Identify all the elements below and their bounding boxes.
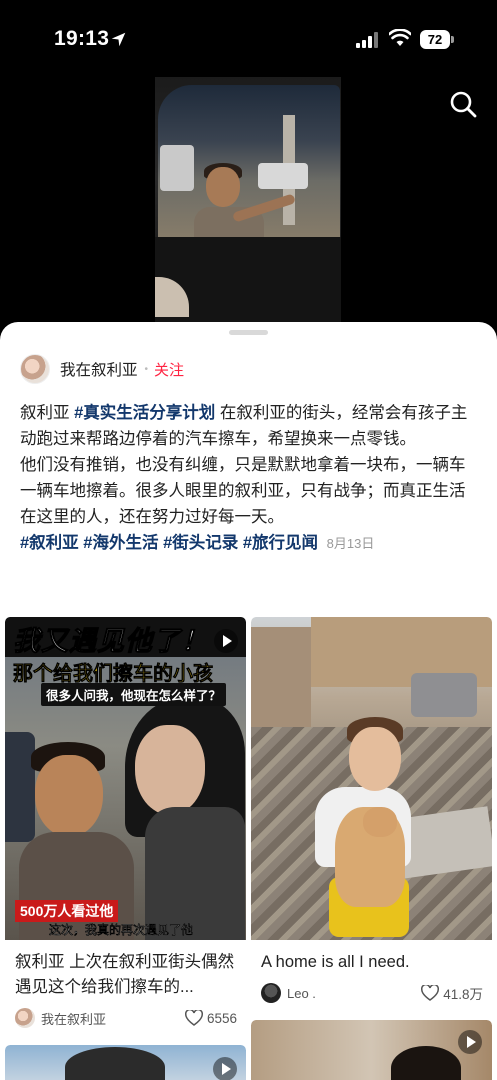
hashtag-link[interactable]: #海外生活 <box>83 534 158 552</box>
post-date: 8月13日 <box>326 536 375 551</box>
card-cover-image[interactable]: 我又遇见他了！ 那个给我们擦车的小孩 很多人问我，他现在怎么样了？ 500万人看… <box>5 617 246 940</box>
desc-paragraph-1: 叙利亚 #真实生活分享计划 在叙利亚的街头，经常会有孩子主动跑过来帮路边停着的汽… <box>20 404 468 448</box>
heart-icon[interactable] <box>185 1010 203 1026</box>
like-count: 6556 <box>206 1010 237 1026</box>
wifi-icon <box>389 29 411 46</box>
feed-card[interactable]: A home is all I need. Leo . 41.8万 <box>251 617 492 1017</box>
play-icon <box>458 1030 482 1054</box>
post-description: 叙利亚 #真实生活分享计划 在叙利亚的街头，经常会有孩子主动跑过来帮路边停着的汽… <box>20 400 480 557</box>
desc-paragraph-2: 他们没有推销，也没有纠缠，只是默默地拿着一块布，一辆车一辆车地擦着。很多人眼里的… <box>20 456 466 526</box>
status-bar: 19:13 72 <box>0 0 497 70</box>
card-author-avatar[interactable] <box>261 983 281 1003</box>
card-title[interactable]: A home is all I need. <box>261 950 483 975</box>
location-arrow-icon <box>111 32 126 47</box>
feed-card[interactable]: 我又遇见他了！ 那个给我们擦车的小孩 很多人问我，他现在怎么样了？ 500万人看… <box>5 617 246 1037</box>
author-name[interactable]: 我在叙利亚 <box>60 358 138 380</box>
heart-icon[interactable] <box>421 985 440 1001</box>
author-avatar[interactable] <box>20 354 50 384</box>
hashtag-link[interactable]: #叙利亚 <box>20 534 79 552</box>
search-icon[interactable] <box>449 90 477 118</box>
card-author-avatar[interactable] <box>15 1008 35 1028</box>
cover-view-count: 500万人看过他 <box>15 900 119 922</box>
cover-title-line1: 我又遇见他了！ <box>13 626 209 657</box>
card-title[interactable]: 叙利亚 上次在叙利亚街头偶然遇见这个给我们擦车的... <box>15 950 237 1000</box>
card-author-name[interactable]: 我在叙利亚 <box>41 1009 185 1028</box>
post-video[interactable] <box>155 77 341 327</box>
feed-card[interactable] <box>251 1020 492 1080</box>
play-icon <box>213 1057 237 1080</box>
play-icon <box>214 629 238 653</box>
battery-icon: 72 <box>420 30 454 49</box>
xiaohongshu-post-screen: 19:13 72 我在叙利亚 • 关注 叙利亚 #真实生活分享计划 在叙利亚的街… <box>0 0 497 1080</box>
card-author-name[interactable]: Leo . <box>287 986 421 1001</box>
tags-row: #叙利亚 #海外生活 #街头记录 #旅行见闻 8月13日 <box>20 530 480 557</box>
battery-level: 72 <box>420 30 450 49</box>
cover-subtitle: 很多人问我，他现在怎么样了？ <box>41 683 227 706</box>
sheet-grabber[interactable] <box>229 330 268 335</box>
hashtag-link[interactable]: #真实生活分享计划 <box>74 404 215 422</box>
card-cover-image[interactable] <box>251 617 492 940</box>
cover-title-line2: 那个给我们擦车的小孩 <box>13 663 214 686</box>
hashtag-link[interactable]: #旅行见闻 <box>243 534 318 552</box>
hashtag-link[interactable]: #街头记录 <box>163 534 238 552</box>
signal-icon <box>356 32 378 48</box>
card-meta: 我在叙利亚 6556 <box>15 1007 237 1029</box>
like-count: 41.8万 <box>443 987 483 1002</box>
separator-dot: • <box>144 363 149 375</box>
card-meta: Leo . 41.8万 <box>261 982 483 1004</box>
author-row: 我在叙利亚 • 关注 <box>20 352 184 386</box>
follow-button[interactable]: 关注 <box>154 359 184 380</box>
status-time: 19:13 <box>54 27 110 50</box>
cover-caption: 这次，我真的再次遇见了他 <box>49 923 194 937</box>
feed-card[interactable] <box>5 1045 246 1080</box>
